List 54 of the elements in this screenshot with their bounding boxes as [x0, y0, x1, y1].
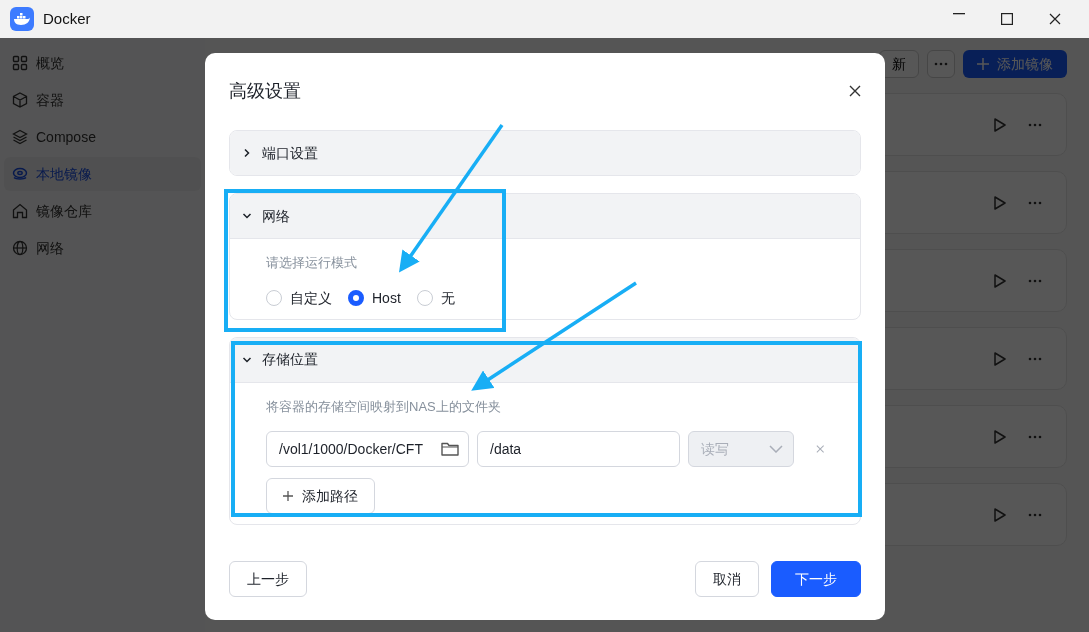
- dialog-title: 高级设置: [229, 79, 301, 103]
- more-icon[interactable]: [1028, 434, 1042, 439]
- minimize-icon[interactable]: [953, 13, 965, 15]
- next-button[interactable]: 下一步: [771, 561, 861, 597]
- section-title: 端口设置: [262, 143, 318, 163]
- container-path-field[interactable]: /data: [477, 431, 680, 467]
- add-path-button[interactable]: 添加路径: [266, 478, 375, 514]
- hint-text: 请选择运行模式: [266, 254, 358, 272]
- play-icon[interactable]: [994, 273, 1006, 288]
- play-icon[interactable]: [994, 351, 1006, 366]
- host-path-field[interactable]: /vol1/1000/Docker/CFT: [266, 431, 469, 467]
- remove-icon[interactable]: [815, 444, 824, 454]
- globe-icon: [12, 240, 28, 256]
- chevron-down-icon: [242, 211, 252, 221]
- back-button[interactable]: 上一步: [229, 561, 307, 597]
- window-title: Docker: [43, 8, 91, 29]
- folder-icon[interactable]: [441, 441, 459, 457]
- radio-label: 自定义: [290, 288, 332, 308]
- radio-option[interactable]: 自定义: [266, 287, 332, 309]
- mode-select: 读写: [688, 431, 794, 467]
- more-icon[interactable]: [1028, 356, 1042, 361]
- hint-text: 将容器的存储空间映射到NAS上的文件夹: [266, 397, 502, 416]
- chevron-down-icon: [768, 445, 783, 453]
- close-icon[interactable]: [1049, 13, 1061, 25]
- plus-icon: [283, 491, 293, 501]
- radio-label: Host: [372, 288, 401, 308]
- radio-option[interactable]: 无: [416, 287, 455, 309]
- radio-option[interactable]: Host: [348, 287, 401, 309]
- cube-icon: [12, 92, 28, 108]
- disc-icon: [12, 166, 28, 182]
- more-icon[interactable]: [1028, 122, 1042, 127]
- play-icon[interactable]: [994, 195, 1006, 210]
- more-icon[interactable]: [1028, 512, 1042, 517]
- play-icon[interactable]: [994, 507, 1006, 522]
- plus-icon: [977, 58, 989, 70]
- close-icon[interactable]: [849, 85, 861, 97]
- cancel-button[interactable]: 取消: [695, 561, 759, 597]
- house-icon: [12, 203, 28, 219]
- app-logo-icon: [10, 7, 34, 31]
- section-title: 存储位置: [262, 350, 318, 369]
- play-icon[interactable]: [994, 429, 1006, 444]
- more-icon: [934, 62, 948, 66]
- section-header[interactable]: 网络: [230, 194, 860, 238]
- more-icon[interactable]: [1028, 278, 1042, 283]
- grid-icon: [12, 55, 28, 71]
- play-icon[interactable]: [994, 117, 1006, 132]
- radio-label: 无: [440, 288, 455, 308]
- section-title: 网络: [262, 206, 290, 226]
- section-header[interactable]: 端口设置: [230, 131, 860, 175]
- maximize-icon[interactable]: [1001, 13, 1013, 25]
- more-icon[interactable]: [1028, 200, 1042, 205]
- chevron-right-icon: [242, 148, 252, 158]
- layers-icon: [12, 129, 28, 145]
- radio-button[interactable]: [348, 290, 364, 306]
